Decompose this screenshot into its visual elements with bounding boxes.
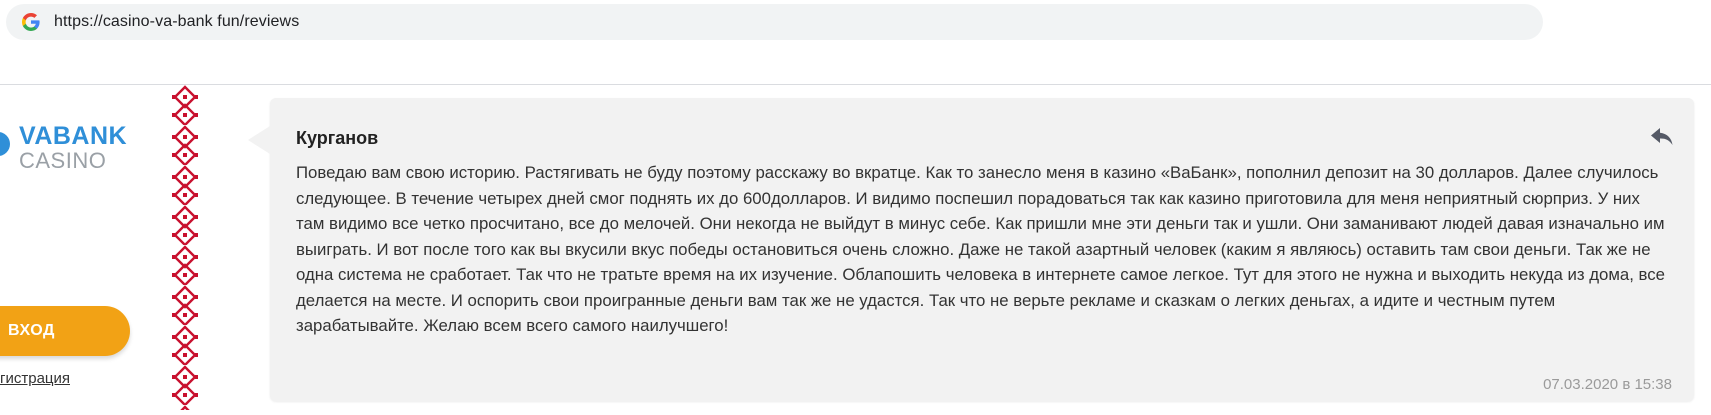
browser-toolbar: https://casino-va-bank fun/reviews	[0, 0, 1711, 85]
review-date: 07.03.2020 в 15:38	[1543, 376, 1672, 393]
google-g-icon	[20, 11, 42, 33]
url-text[interactable]: https://casino-va-bank fun/reviews	[54, 13, 299, 31]
review-author: Курганов	[296, 128, 379, 148]
login-button-label: ВХОД	[8, 322, 55, 339]
login-button[interactable]: ВХОД	[0, 306, 130, 356]
reply-icon[interactable]	[1650, 126, 1674, 148]
vabank-logo[interactable]: VABANK CASINO	[0, 118, 170, 188]
logo-mark	[0, 132, 10, 156]
logo-primary-text: VABANK	[19, 122, 128, 150]
review-card: Курганов Поведаю вам свою историю. Растя…	[248, 98, 1694, 401]
review-body: Поведаю вам свою историю. Растягивать не…	[296, 163, 1666, 335]
logo-secondary-text: CASINO	[19, 148, 107, 173]
ornament-strip	[172, 85, 198, 410]
card-pointer	[248, 126, 270, 154]
register-link[interactable]: гистрация	[0, 370, 70, 387]
address-bar[interactable]: https://casino-va-bank fun/reviews	[6, 4, 1543, 40]
